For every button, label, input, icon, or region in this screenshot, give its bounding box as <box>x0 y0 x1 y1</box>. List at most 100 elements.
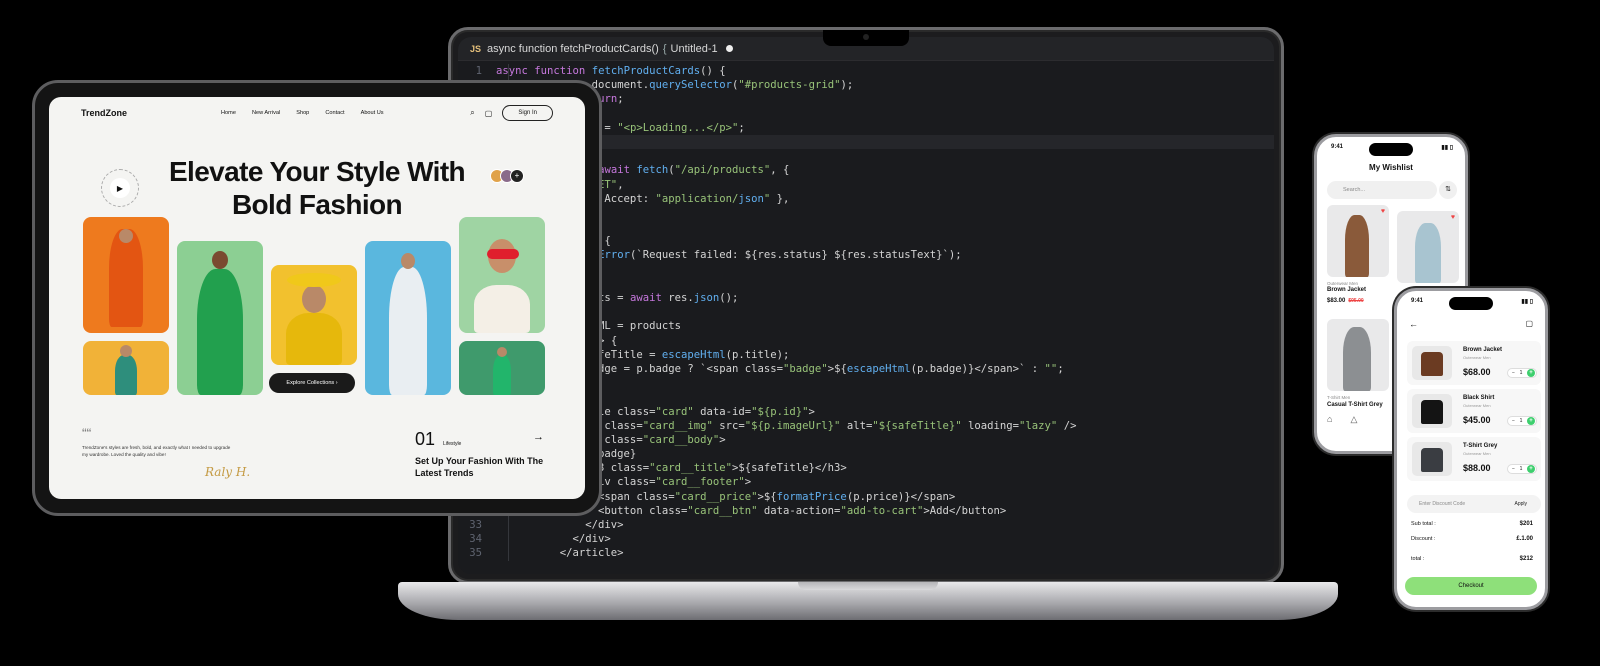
code-line[interactable]: 34 </div> <box>458 532 1274 546</box>
subtotal-row: Sub total : $201 <box>1411 521 1533 527</box>
quantity-value: 1 <box>1519 370 1523 376</box>
feature-title: Set Up Your Fashion With The Latest Tren… <box>415 456 544 478</box>
code-text: const grid = document.querySelector("#pr… <box>509 79 854 92</box>
fashion-photo-3[interactable] <box>177 241 263 395</box>
quantity-stepper[interactable]: −1 + <box>1507 416 1537 426</box>
cart-item-category: Outerwear Men <box>1463 451 1491 456</box>
plus-icon[interactable]: + <box>1526 369 1535 377</box>
signal-battery-icon: ▮▮ ▯ <box>1521 299 1533 305</box>
nav-about-us[interactable]: About Us <box>361 110 384 116</box>
item-name: Casual T-Shirt Grey <box>1327 402 1383 408</box>
cart-phone: 9:41 ▮▮ ▯ ← ▢ Brown Jacket Outerwear Men… <box>1394 288 1548 610</box>
site-logo[interactable]: TrendZone <box>81 108 127 118</box>
line-number: 34 <box>469 533 482 546</box>
explore-collections-button[interactable]: Explore Collections › <box>269 373 355 393</box>
filter-icon[interactable]: ⇅ <box>1439 181 1457 199</box>
nav-home[interactable]: Home <box>221 110 236 116</box>
sign-in-button[interactable]: Sign In <box>502 105 553 121</box>
feature-label: Lifestyle <box>443 441 462 447</box>
code-text: grid.innerHTML = "<p>Loading...</p>"; <box>509 121 745 134</box>
heart-icon[interactable]: ♥ <box>1451 214 1455 221</box>
wishlist-card-brown-jacket[interactable]: ♥ <box>1327 205 1389 277</box>
cart-item[interactable]: Black Shirt Outerwear Men $45.00 −1 + <box>1407 389 1541 433</box>
back-arrow-icon[interactable]: ← <box>1409 319 1418 329</box>
minus-icon[interactable]: − <box>1512 370 1515 376</box>
code-text: method: "GET", <box>534 178 624 191</box>
nav-new-arrival[interactable]: New Arrival <box>252 110 280 116</box>
site-navbar: TrendZone Home New Arrival Shop Contact … <box>49 97 585 129</box>
wishlist-card-tshirt[interactable] <box>1327 319 1389 391</box>
home-tab-icon[interactable]: ⌂ <box>1327 414 1332 425</box>
feature-number: 01 <box>415 429 436 449</box>
model-figure <box>286 313 342 365</box>
plus-icon[interactable]: + <box>1526 417 1535 425</box>
fashion-photo-7[interactable] <box>459 341 545 395</box>
search-icon[interactable]: ⌕ <box>470 108 474 118</box>
quantity-stepper[interactable]: −1 + <box>1507 464 1537 474</box>
model-figure <box>197 269 243 395</box>
apply-button[interactable]: Apply <box>1514 495 1527 513</box>
discount-code-input[interactable]: Enter Discount Code Apply <box>1407 495 1541 513</box>
model-figure <box>389 267 427 395</box>
product-thumbnail <box>1412 394 1452 428</box>
bag-tab-icon[interactable]: △ <box>1350 414 1357 425</box>
tab-filename: Untitled-1 <box>670 42 718 55</box>
cart-item-name: T-Shirt Grey <box>1463 443 1498 449</box>
cart-icon[interactable]: ▢ <box>485 109 493 118</box>
nav-contact[interactable]: Contact <box>325 110 344 116</box>
minus-icon[interactable]: − <box>1512 466 1515 472</box>
customer-avatars: + <box>490 169 524 183</box>
model-head <box>401 253 415 269</box>
code-line[interactable]: 35 </article> <box>458 546 1274 560</box>
fashion-photo-6[interactable] <box>459 217 545 333</box>
model-head <box>302 285 326 313</box>
cart-item-price: $68.00 <box>1463 367 1491 377</box>
subtotal-label: Sub total : <box>1411 521 1436 527</box>
code-line[interactable]: 1 async function fetchProductCards() { <box>458 64 1274 78</box>
cart-item[interactable]: Brown Jacket Outerwear Men $68.00 −1 + <box>1407 341 1541 385</box>
fashion-photo-1[interactable] <box>83 217 169 333</box>
discount-row: Discount : £.1.00 <box>1411 536 1533 542</box>
cart-item[interactable]: T-Shirt Grey Outerwear Men $88.00 −1 + <box>1407 437 1541 481</box>
code-text: </div> <box>496 533 611 546</box>
code-text: <article class="card" data-id="${p.id}"> <box>560 405 815 418</box>
heart-icon[interactable]: ♥ <box>1381 208 1385 215</box>
wishlist-card-denim-shirt[interactable]: ♥ <box>1397 211 1459 283</box>
product-thumbnail <box>1412 442 1452 476</box>
code-text: </article> <box>496 547 624 560</box>
code-text: throw new Error(`Request failed: ${res.s… <box>534 249 962 262</box>
code-text: const safeTitle = escapeHtml(p.title); <box>547 348 790 361</box>
fashion-photo-2[interactable] <box>83 341 169 395</box>
nav-shop[interactable]: Shop <box>296 110 309 116</box>
model-head <box>119 229 133 243</box>
code-text: } <box>496 263 1274 277</box>
minus-icon[interactable]: − <box>1512 418 1515 424</box>
item-old-price: $95.00 <box>1348 298 1364 304</box>
tablet-device: TrendZone Home New Arrival Shop Contact … <box>32 80 602 516</box>
red-sunglasses <box>487 249 519 259</box>
fashion-photo-5[interactable] <box>365 241 451 395</box>
fashion-photo-4[interactable] <box>271 265 357 365</box>
quantity-stepper[interactable]: −1 + <box>1507 368 1537 378</box>
model-figure <box>115 355 137 395</box>
tab-title: async function fetchProductCards() <box>487 42 659 55</box>
code-text: if (!res.ok) { <box>522 235 611 248</box>
explore-label: Explore Collections <box>286 380 335 386</box>
arrow-right-icon[interactable]: → <box>533 431 544 443</box>
code-line[interactable]: 33 </div> <box>458 518 1274 532</box>
wishlist-search-input[interactable]: Search... <box>1327 181 1437 199</box>
code-text: <div class="card__footer"> <box>585 476 752 489</box>
checkout-button[interactable]: Checkout <box>1405 577 1537 595</box>
tab-brace: { <box>662 42 667 55</box>
item-category: T-Shirt Men <box>1327 395 1351 400</box>
plus-icon[interactable]: + <box>1526 465 1535 473</box>
code-text: <img class="card__img" src="${p.imageUrl… <box>573 419 1077 432</box>
discount-label: Discount : <box>1411 536 1436 542</box>
status-bar: 9:41 ▮▮ ▯ <box>1331 144 1453 151</box>
shopping-bag-icon[interactable]: ▢ <box>1525 319 1533 328</box>
